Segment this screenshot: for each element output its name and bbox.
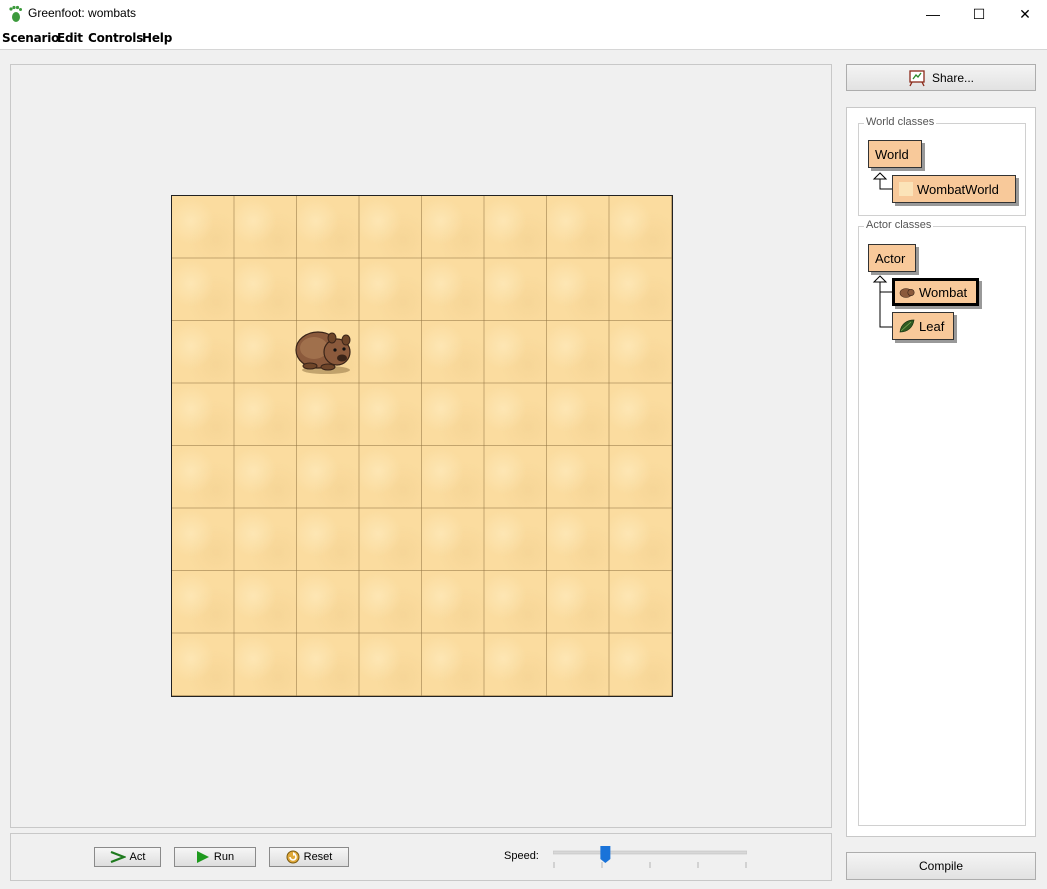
minimize-button[interactable]: — bbox=[910, 0, 956, 28]
run-label: Run bbox=[213, 851, 235, 863]
greenfoot-footprint-icon bbox=[9, 5, 22, 22]
menu-help[interactable]: Help bbox=[142, 31, 172, 45]
class-world[interactable]: World bbox=[868, 140, 922, 168]
class-actor-label: Actor bbox=[875, 250, 906, 266]
world-panel bbox=[10, 64, 832, 828]
menu-bar: Scenario Edit Controls Help bbox=[0, 28, 1047, 50]
execution-controls: Act Run Reset Speed: bbox=[10, 833, 832, 881]
class-world-label: World bbox=[875, 146, 909, 162]
share-button[interactable]: Share... bbox=[846, 64, 1036, 91]
class-actor[interactable]: Actor bbox=[868, 244, 916, 272]
compile-label: Compile bbox=[918, 859, 963, 873]
actor-classes-label: Actor classes bbox=[864, 219, 934, 231]
class-wombat[interactable]: Wombat bbox=[892, 278, 979, 306]
class-wombatworld[interactable]: WombatWorld bbox=[892, 175, 1016, 203]
reset-button[interactable]: Reset bbox=[269, 847, 349, 867]
reset-label: Reset bbox=[303, 851, 333, 863]
speed-slider-thumb[interactable] bbox=[600, 846, 611, 863]
actor-classes-group: Actor classes Actor Wombat Leaf bbox=[858, 219, 1026, 826]
speed-slider[interactable] bbox=[553, 844, 747, 874]
share-easel-icon bbox=[909, 69, 925, 86]
reset-icon bbox=[286, 850, 300, 864]
menu-controls[interactable]: Controls bbox=[88, 31, 143, 45]
class-leaf-label: Leaf bbox=[919, 318, 945, 334]
act-button[interactable]: Act bbox=[94, 847, 161, 867]
maximize-button[interactable]: ☐ bbox=[956, 0, 1002, 28]
world-classes-label: World classes bbox=[864, 116, 937, 128]
window-title: Greenfoot: wombats bbox=[28, 6, 137, 20]
wombat-actor[interactable] bbox=[292, 324, 354, 374]
inheritance-tree-icon bbox=[872, 275, 893, 328]
wombatworld-thumbnail-icon bbox=[899, 182, 913, 196]
menu-edit[interactable]: Edit bbox=[57, 31, 83, 45]
class-wombat-label: Wombat bbox=[919, 284, 968, 300]
leaf-icon bbox=[899, 319, 915, 333]
wombat-icon bbox=[899, 288, 915, 298]
class-wombatworld-label: WombatWorld bbox=[917, 181, 999, 197]
class-leaf[interactable]: Leaf bbox=[892, 312, 954, 340]
maximize-icon: ☐ bbox=[972, 5, 986, 22]
inheritance-arrow-icon bbox=[872, 172, 893, 190]
class-diagram-panel: World classes World WombatWorld Actor cl… bbox=[846, 107, 1036, 837]
close-button[interactable]: ✕ bbox=[1002, 0, 1047, 28]
minimize-icon: — bbox=[926, 6, 940, 22]
act-arrow-icon bbox=[110, 851, 126, 863]
share-label: Share... bbox=[931, 70, 975, 85]
title-bar: Greenfoot: wombats — ☐ ✕ bbox=[0, 0, 1047, 28]
act-label: Act bbox=[129, 851, 146, 863]
play-icon bbox=[196, 851, 209, 863]
world-grid[interactable] bbox=[171, 195, 673, 697]
speed-label: Speed: bbox=[504, 850, 539, 862]
world-classes-group: World classes World WombatWorld bbox=[858, 116, 1026, 216]
main-content: Act Run Reset Speed: Share... World clas… bbox=[0, 50, 1047, 889]
close-icon: ✕ bbox=[1019, 5, 1031, 22]
run-button[interactable]: Run bbox=[174, 847, 256, 867]
compile-button[interactable]: Compile bbox=[846, 852, 1036, 880]
menu-scenario[interactable]: Scenario bbox=[2, 31, 59, 45]
